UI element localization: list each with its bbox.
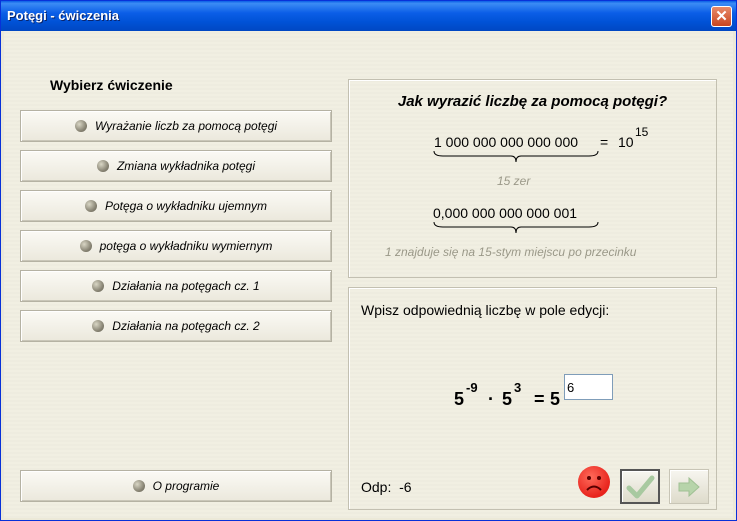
power-base: 10: [618, 134, 634, 150]
brace-top: [433, 150, 599, 163]
zeros-note: 15 zer: [497, 174, 531, 188]
exercise-panel: Wpisz odpowiednią liczbę w pole edycji:: [348, 287, 717, 510]
eq-dot: ·: [488, 389, 494, 409]
check-icon: [626, 475, 655, 498]
exercise-button-label: Wyrażanie liczb za pomocą potęgi: [94, 119, 278, 133]
next-button[interactable]: [669, 469, 709, 504]
window-title: Potęgi - ćwiczenia: [7, 8, 119, 23]
eq-base-2: 5: [502, 389, 513, 409]
decimal-note: 1 znajduje się na 15-stym miejscu po prz…: [385, 245, 637, 259]
big-number: 1 000 000 000 000 000: [434, 134, 579, 150]
exercise-button-5[interactable]: Działania na potęgach cz. 1: [20, 270, 332, 302]
bullet-icon: [79, 240, 92, 252]
about-button-label: O programie: [152, 479, 220, 493]
power-exponent: 15: [635, 125, 649, 139]
instruction-text: Wpisz odpowiednią liczbę w pole edycji:: [361, 302, 610, 318]
title-bar: Potęgi - ćwiczenia ✕: [1, 1, 736, 31]
eq-equals: =: [534, 389, 545, 409]
answer-input[interactable]: [564, 374, 613, 400]
exercise-button-6[interactable]: Działania na potęgach cz. 2: [20, 310, 332, 342]
exercise-button-1[interactable]: Wyrażanie liczb za pomocą potęgi: [20, 110, 332, 142]
bullet-icon: [92, 280, 105, 292]
odp-value: -6: [399, 479, 412, 495]
sad-face-icon: [578, 466, 610, 498]
bullet-icon: [132, 480, 145, 492]
bullet-icon: [96, 160, 109, 172]
sidebar-heading: Wybierz ćwiczenie: [50, 77, 173, 93]
eq-exponent-2: 3: [514, 380, 522, 395]
exercise-button-4[interactable]: potęga o wykładniku wymiernym: [20, 230, 332, 262]
brace-bottom: [433, 221, 599, 234]
arrow-right-icon: [678, 476, 700, 497]
bullet-icon: [92, 320, 105, 332]
eq-base-3: 5: [550, 389, 561, 409]
small-number: 0,000 000 000 000 001: [433, 205, 578, 221]
equals-sign: =: [600, 134, 609, 150]
answer-label: Odp: -6: [361, 479, 412, 495]
bullet-icon: [84, 200, 97, 212]
exercise-button-label: Potęga o wykładniku ujemnym: [104, 199, 268, 213]
exercise-button-label: potęga o wykładniku wymiernym: [99, 239, 273, 253]
exercise-button-2[interactable]: Zmiana wykładnika potęgi: [20, 150, 332, 182]
exercise-button-3[interactable]: Potęga o wykładniku ujemnym: [20, 190, 332, 222]
exercise-button-label: Zmiana wykładnika potęgi: [116, 159, 256, 173]
check-button[interactable]: [620, 469, 660, 504]
sad-face-glyph: [586, 476, 602, 491]
explanation-title: Jak wyrazić liczbę za pomocą potęgi?: [397, 93, 668, 110]
app-window: Potęgi - ćwiczenia ✕ Wybierz ćwiczenie W…: [0, 0, 737, 521]
close-button[interactable]: ✕: [711, 6, 732, 27]
odp-label: Odp:: [361, 479, 392, 495]
close-icon: ✕: [715, 8, 728, 25]
exercise-button-label: Działania na potęgach cz. 1: [112, 279, 260, 293]
bullet-icon: [74, 120, 87, 132]
about-button[interactable]: O programie: [20, 470, 332, 502]
exercise-button-label: Działania na potęgach cz. 2: [112, 319, 260, 333]
eq-base-1: 5: [454, 389, 465, 409]
eq-exponent-1: -9: [466, 380, 478, 395]
